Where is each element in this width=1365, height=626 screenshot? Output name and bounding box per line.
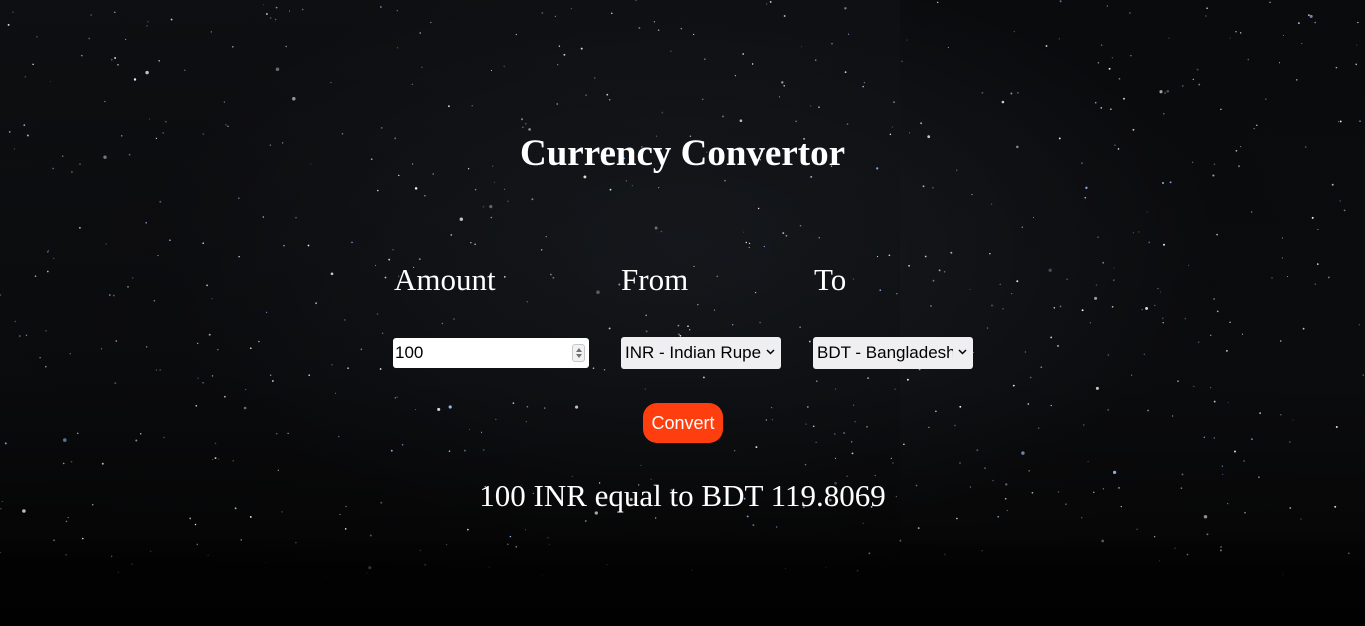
chevron-down-icon <box>766 349 775 355</box>
from-currency-select[interactable]: INR - Indian Rupee <box>621 337 781 369</box>
spinner-down-icon[interactable] <box>576 354 582 358</box>
from-currency-value: INR - Indian Rupee <box>625 343 761 362</box>
amount-label: Amount <box>394 262 496 297</box>
page-background: Currency Convertor Amount From To INR - … <box>0 0 1365 626</box>
from-label: From <box>621 262 689 297</box>
conversion-result: 100 INR equal to BDT 119.8069 <box>479 478 886 513</box>
page-title: Currency Convertor <box>519 133 846 174</box>
convert-button[interactable]: Convert <box>643 403 723 443</box>
to-currency-select[interactable]: BDT - Bangladeshi Taka <box>813 337 973 369</box>
chevron-down-icon <box>958 349 967 355</box>
horizon-shadow <box>0 540 1365 626</box>
number-spinner[interactable] <box>572 344 585 362</box>
starfield-background <box>0 0 1364 601</box>
amount-field[interactable] <box>393 338 589 368</box>
to-label: To <box>814 262 847 297</box>
spinner-up-icon[interactable] <box>576 348 582 352</box>
to-currency-value: BDT - Bangladeshi Taka <box>817 343 953 362</box>
amount-input[interactable] <box>395 341 565 365</box>
